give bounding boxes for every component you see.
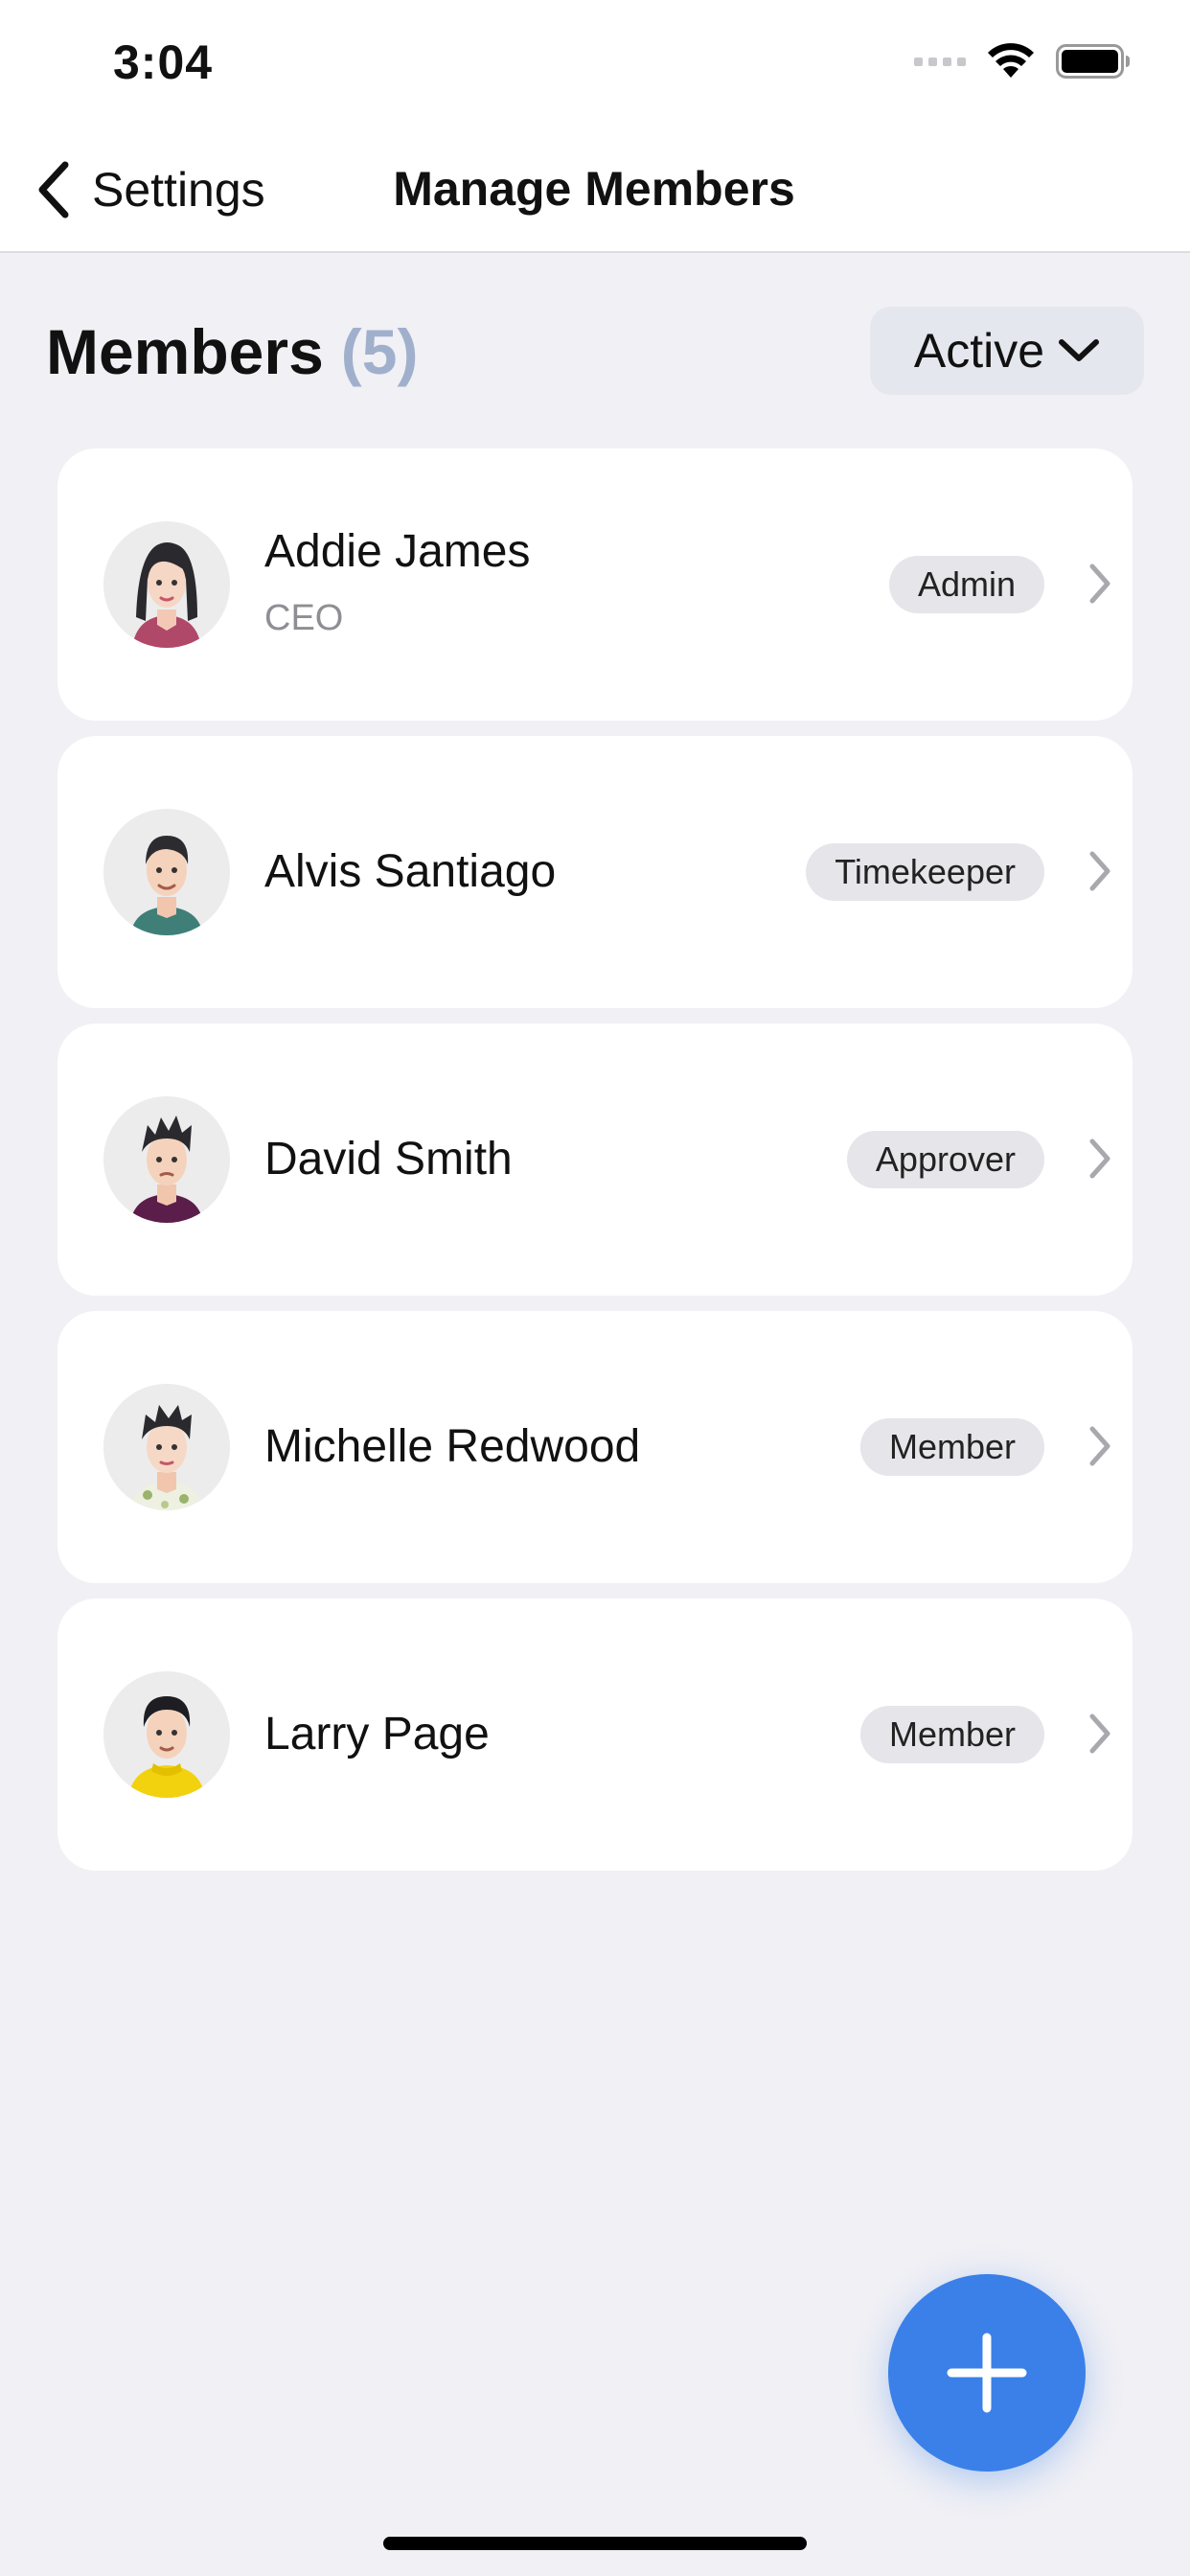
avatar	[103, 809, 230, 935]
chevron-right-icon	[1089, 1426, 1110, 1466]
chevron-right-icon	[1089, 851, 1110, 891]
home-indicator	[383, 2537, 807, 2550]
role-badge: Member	[859, 1706, 1044, 1763]
role-badge: Admin	[888, 556, 1044, 613]
status-icons	[914, 42, 1131, 80]
chevron-right-icon	[1089, 1138, 1110, 1179]
role-badge: Approver	[846, 1131, 1044, 1188]
member-title: CEO	[264, 598, 344, 638]
member-name: Alvis Santiago	[264, 846, 557, 897]
chevron-right-icon	[1089, 1714, 1110, 1754]
filter-selected-value: Active	[913, 324, 1045, 378]
top-bar: 3:04 Settings Manage Members	[0, 0, 1190, 253]
member-row[interactable]: Larry Page Member	[57, 1598, 1133, 1871]
add-member-button[interactable]	[888, 2274, 1086, 2472]
member-row[interactable]: Addie James CEO Admin	[57, 448, 1133, 721]
member-name: Addie James	[264, 526, 531, 577]
members-title: Members	[46, 316, 324, 387]
members-header: Members (5)	[46, 309, 418, 395]
avatar	[103, 1384, 230, 1510]
signal-icon	[914, 57, 966, 66]
chevron-down-icon	[1059, 339, 1100, 361]
member-row[interactable]: David Smith Approver	[57, 1024, 1133, 1296]
member-name: Michelle Redwood	[264, 1421, 641, 1472]
member-name: David Smith	[264, 1134, 513, 1184]
members-list: Addie James CEO Admin Alvis Santiago Tim…	[57, 448, 1133, 1886]
chevron-right-icon	[1089, 564, 1110, 604]
members-count: (5)	[340, 316, 419, 387]
avatar	[103, 1671, 230, 1798]
plus-icon	[947, 2333, 1027, 2413]
page-title: Manage Members	[393, 162, 795, 216]
role-badge: Member	[859, 1418, 1044, 1476]
role-badge: Timekeeper	[806, 843, 1044, 901]
status-filter-dropdown[interactable]: Active	[870, 307, 1144, 395]
status-time: 3:04	[113, 35, 214, 89]
wifi-icon	[988, 43, 1034, 78]
avatar	[103, 1096, 230, 1223]
member-row[interactable]: Michelle Redwood Member	[57, 1311, 1133, 1583]
battery-icon	[1056, 44, 1130, 79]
member-row[interactable]: Alvis Santiago Timekeeper	[57, 736, 1133, 1008]
avatar	[103, 521, 230, 648]
member-name: Larry Page	[264, 1709, 490, 1760]
